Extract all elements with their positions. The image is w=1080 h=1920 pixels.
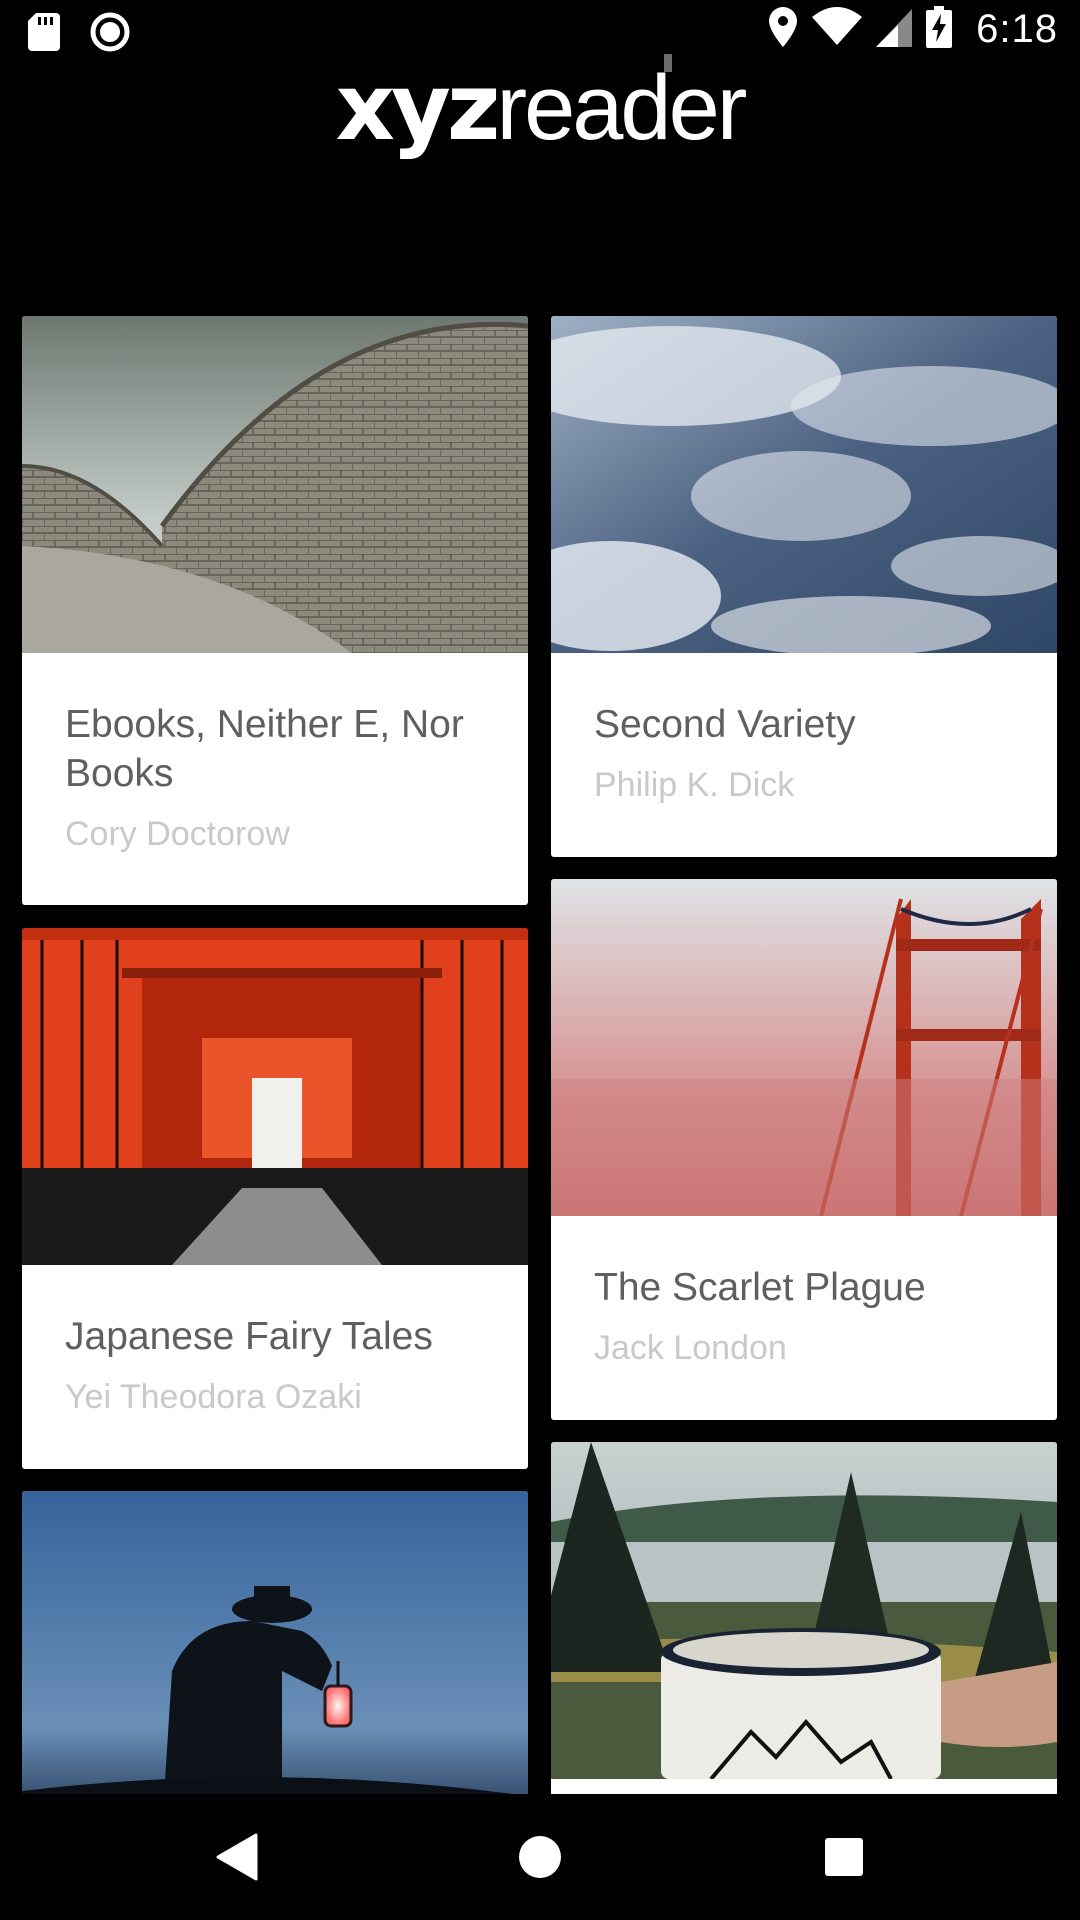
status-right: 6:18 [768,6,1058,52]
app-logo: xyzreader [0,62,1080,155]
recents-icon[interactable] [814,1827,874,1887]
earth-clouds-image [551,316,1057,653]
card-title: Japanese Fairy Tales [65,1315,433,1358]
opera-house-roof-image [22,316,528,653]
cell-signal-icon [876,7,913,51]
status-bar: 6:18 [0,0,1080,62]
battery-charging-icon [926,6,953,52]
article-grid: Ebooks, Neither E, Nor Books Cory Doctor… [0,314,1080,1794]
card-author: Jack London [594,1329,787,1367]
card-title: Ebooks, Neither E, Nor Books [65,703,464,795]
card-body: Ebooks, Neither E, Nor Books Cory Doctor… [22,653,528,854]
status-time: 6:18 [976,6,1058,51]
article-card[interactable]: Second Variety Philip K. Dick [551,316,1057,857]
lantern-silhouette-image [22,1491,528,1794]
torii-gates-image [22,928,528,1265]
card-author: Cory Doctorow [65,815,290,853]
back-icon[interactable] [208,1827,268,1887]
home-icon[interactable] [510,1827,570,1887]
app-bar: xyzreader [0,54,1080,314]
card-title: Second Variety [594,703,856,746]
logo-bold-text: xyz [335,54,501,161]
article-card[interactable]: The Scarlet Plague Jack London [551,879,1057,1420]
golden-gate-fog-image [551,879,1057,1216]
camping-mug-lake-image [551,1442,1057,1779]
article-card[interactable] [551,1442,1057,1794]
status-left [28,12,130,56]
sd-card-icon [28,13,60,55]
article-card[interactable] [22,1491,528,1794]
logo-light-text: reader [496,57,747,159]
card-author: Philip K. Dick [594,766,795,804]
logo-accent-bar [664,54,672,72]
card-title: The Scarlet Plague [594,1266,926,1309]
article-card[interactable]: Ebooks, Neither E, Nor Books Cory Doctor… [22,316,528,905]
card-body: Second Variety Philip K. Dick [551,653,1057,805]
location-icon [768,7,798,51]
card-body: Japanese Fairy Tales Yei Theodora Ozaki [22,1265,528,1417]
article-card[interactable]: Japanese Fairy Tales Yei Theodora Ozaki [22,928,528,1469]
card-body: The Scarlet Plague Jack London [551,1216,1057,1368]
wifi-icon [812,7,863,51]
card-author: Yei Theodora Ozaki [65,1378,362,1416]
recording-icon [90,12,130,56]
navigation-bar [0,1794,1080,1920]
